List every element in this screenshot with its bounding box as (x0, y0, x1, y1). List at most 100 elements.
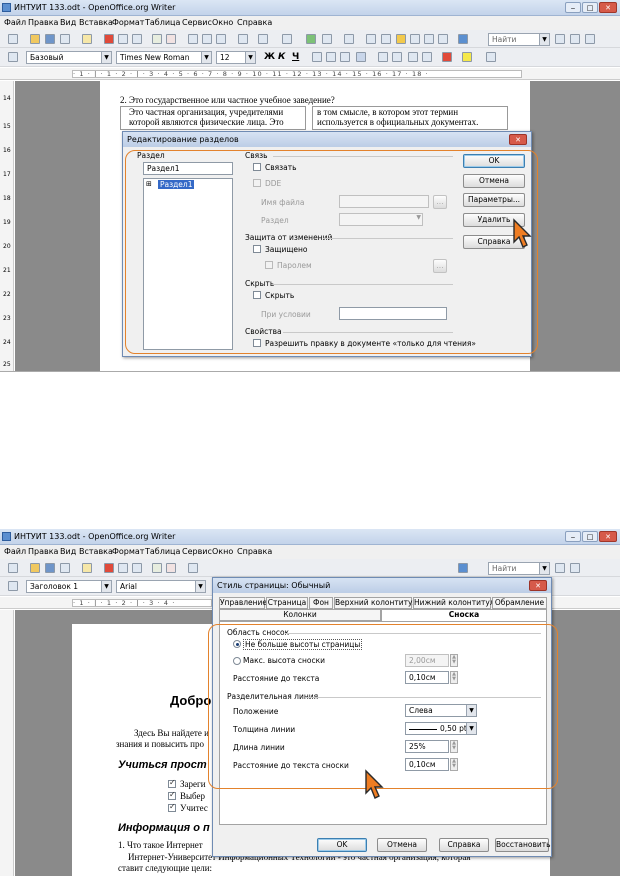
spellcheck-icon[interactable] (152, 563, 162, 573)
help-icon[interactable] (458, 563, 468, 573)
copy-icon[interactable] (202, 34, 212, 44)
clone-format-icon[interactable] (238, 34, 248, 44)
undo-icon[interactable] (258, 34, 268, 44)
chevron-down-icon[interactable]: ▼ (195, 581, 205, 592)
hyperlink-icon[interactable] (306, 34, 316, 44)
font-color-icon[interactable] (442, 52, 452, 62)
styles-icon[interactable] (8, 52, 18, 62)
tab-page[interactable]: Страница (266, 597, 308, 609)
spellcheck-icon[interactable] (152, 34, 162, 44)
cancel-button[interactable]: Отмена (377, 838, 427, 852)
find-next-icon[interactable] (555, 563, 565, 573)
autospell-icon[interactable] (166, 34, 176, 44)
align-right-icon[interactable] (340, 52, 350, 62)
menu-help[interactable]: Справка (237, 18, 272, 27)
save-icon[interactable] (45, 563, 55, 573)
chevron-down-icon[interactable]: ▼ (201, 52, 211, 63)
pdf-icon[interactable] (104, 563, 114, 573)
menu-tools[interactable]: Сервис (182, 18, 212, 27)
paste-icon[interactable] (216, 34, 226, 44)
close-button[interactable]: ✕ (599, 531, 617, 542)
redo-icon[interactable] (282, 34, 292, 44)
minimize-button[interactable]: ‒ (565, 531, 581, 542)
cut-icon[interactable] (188, 563, 198, 573)
print-icon[interactable] (118, 563, 128, 573)
edit-file-icon[interactable] (82, 563, 92, 573)
table-icon[interactable] (322, 34, 332, 44)
find-input[interactable]: Найти ▼ (488, 562, 550, 575)
menu-window[interactable]: Окно (212, 547, 233, 556)
menu-table[interactable]: Таблица (145, 18, 180, 27)
open-icon[interactable] (30, 563, 40, 573)
menu-insert[interactable]: Вставка (79, 18, 113, 27)
save-icon[interactable] (45, 34, 55, 44)
zoom-icon[interactable] (438, 34, 448, 44)
find-prev-icon[interactable] (570, 34, 580, 44)
menu-view[interactable]: Вид (60, 18, 76, 27)
restore-button[interactable]: Восстановить (495, 838, 551, 852)
chevron-down-icon[interactable]: ▼ (245, 52, 255, 63)
menu-view[interactable]: Вид (60, 547, 76, 556)
increase-indent-icon[interactable] (422, 52, 432, 62)
print-icon[interactable] (118, 34, 128, 44)
chevron-down-icon[interactable]: ▼ (101, 581, 111, 592)
chevron-down-icon[interactable]: ▼ (101, 52, 111, 63)
menu-file[interactable]: Файл (4, 18, 26, 27)
find-menu-icon[interactable] (585, 34, 595, 44)
font-select[interactable]: Arial ▼ (116, 580, 206, 593)
tab-columns[interactable]: Колонки (219, 609, 381, 621)
styles-icon[interactable] (8, 581, 18, 591)
menu-insert[interactable]: Вставка (79, 547, 113, 556)
menu-edit[interactable]: Правка (28, 18, 58, 27)
find-replace-icon[interactable] (366, 34, 376, 44)
maximize-button[interactable]: □ (582, 531, 598, 542)
menu-tools[interactable]: Сервис (182, 547, 212, 556)
italic-icon[interactable]: К (278, 52, 285, 62)
navigator-icon[interactable] (381, 34, 391, 44)
find-prev-icon[interactable] (570, 563, 580, 573)
preview-icon[interactable] (132, 563, 142, 573)
new-icon[interactable] (8, 563, 18, 573)
style-select[interactable]: Заголовок 1 ▼ (26, 580, 112, 593)
chevron-down-icon[interactable]: ▼ (539, 34, 549, 45)
font-size-select[interactable]: 12 ▼ (216, 51, 256, 64)
justify-icon[interactable] (356, 52, 366, 62)
bullets-icon[interactable] (392, 52, 402, 62)
menu-help[interactable]: Справка (237, 547, 272, 556)
tab-header[interactable]: Верхний колонтитул (334, 597, 417, 609)
bold-icon[interactable]: Ж (264, 52, 275, 62)
help-button[interactable]: Справка (439, 838, 489, 852)
underline-icon[interactable]: Ч (292, 52, 299, 62)
new-icon[interactable] (8, 34, 18, 44)
maximize-button[interactable]: □ (582, 2, 598, 13)
datasource-icon[interactable] (410, 34, 420, 44)
gallery-icon[interactable] (396, 34, 406, 44)
menu-window[interactable]: Окно (212, 18, 233, 27)
show-draw-icon[interactable] (344, 34, 354, 44)
tab-borders[interactable]: Обрамление (492, 597, 547, 609)
nonprinting-chars-icon[interactable] (424, 34, 434, 44)
edit-file-icon[interactable] (82, 34, 92, 44)
ok-button[interactable]: OK (317, 838, 367, 852)
chevron-down-icon[interactable]: ▼ (539, 563, 549, 574)
style-select[interactable]: Базовый ▼ (26, 51, 112, 64)
dialog-close-button[interactable]: ✕ (529, 580, 547, 591)
close-button[interactable]: ✕ (599, 2, 617, 13)
menu-format[interactable]: Формат (112, 547, 144, 556)
decrease-indent-icon[interactable] (408, 52, 418, 62)
mail-icon[interactable] (60, 563, 70, 573)
cut-icon[interactable] (188, 34, 198, 44)
menu-edit[interactable]: Правка (28, 547, 58, 556)
tab-footnote[interactable]: Сноска (381, 609, 547, 621)
minimize-button[interactable]: ‒ (565, 2, 581, 13)
numbering-icon[interactable] (378, 52, 388, 62)
menu-file[interactable]: Файл (4, 547, 26, 556)
find-input[interactable]: Найти ▼ (488, 33, 550, 46)
font-select[interactable]: Times New Roman ▼ (116, 51, 212, 64)
tab-background[interactable]: Фон (309, 597, 333, 609)
mail-icon[interactable] (60, 34, 70, 44)
help-icon[interactable] (458, 34, 468, 44)
tab-management[interactable]: Управление (219, 597, 267, 609)
find-next-icon[interactable] (555, 34, 565, 44)
highlight-icon[interactable] (462, 52, 472, 62)
